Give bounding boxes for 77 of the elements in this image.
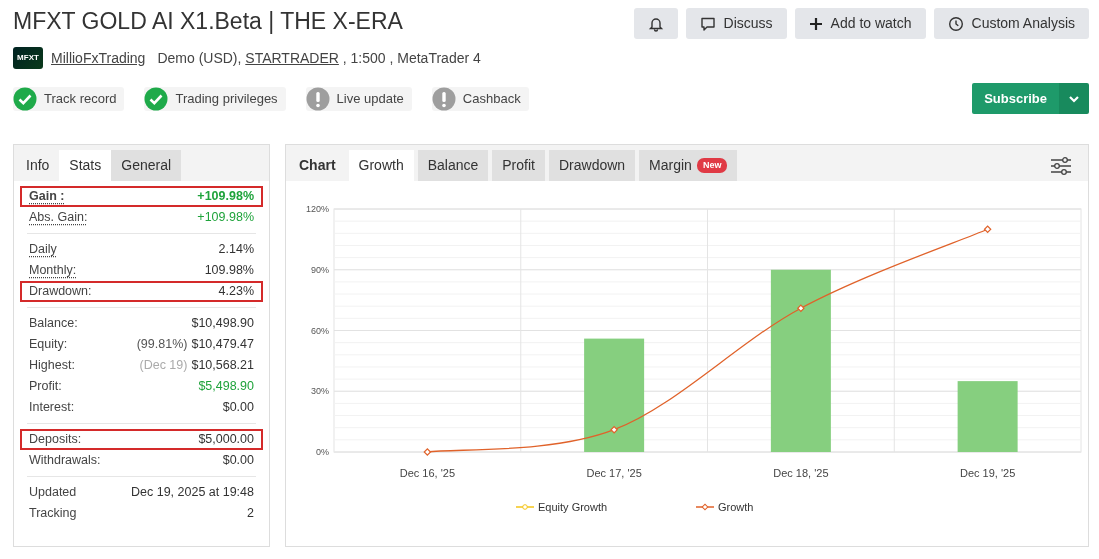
chart-tab[interactable]: Drawdown (548, 150, 636, 181)
legend-marker (515, 504, 535, 510)
badge-label: Trading privileges (175, 89, 278, 108)
notification-button[interactable] (633, 8, 678, 39)
stat-label: Profit: (29, 378, 62, 396)
data-point (983, 225, 992, 234)
stat-note: (99.81%) (136, 336, 188, 354)
stat-value: +109.98% (197, 209, 254, 227)
stat-value: 109.98% (204, 262, 254, 280)
owner-link[interactable]: MillioFxTrading (51, 47, 146, 69)
clock-icon (947, 15, 964, 32)
panel-tab[interactable]: Stats (59, 150, 112, 181)
chart-tab[interactable]: Profit (492, 150, 545, 181)
badge-label: Live update (336, 89, 404, 108)
stat-label: Abs. Gain: (29, 209, 88, 227)
stat-label: Drawdown: (29, 283, 92, 301)
bar (957, 381, 1018, 452)
panel-tab[interactable]: Info (16, 150, 60, 181)
stat-label: Withdrawals: (29, 452, 101, 470)
subscribe-button[interactable]: Subscribe (972, 83, 1059, 114)
plus-icon (808, 16, 823, 31)
y-axis-label: 0% (316, 447, 329, 457)
stat-value: $10,479.47 (191, 336, 254, 354)
stat-label: Monthly: (29, 262, 77, 280)
account-info: Demo (USD), STARTRADER , 1:500 , MetaTrader 4 (157, 48, 481, 68)
panel-tab[interactable]: General (111, 150, 182, 181)
stat-value: 2.14% (218, 241, 254, 259)
stat-label: Balance: (29, 315, 78, 333)
x-axis-label: Dec 19, '25 (959, 467, 1016, 479)
y-axis-label: 30% (311, 386, 329, 397)
stat-value: $5,000.00 (198, 431, 254, 449)
x-axis-label: Dec 16, '25 (399, 467, 456, 479)
stat-value: +109.98% (197, 188, 254, 206)
stat-note: (Dec 19) (139, 357, 188, 375)
stat-value: 2 (247, 505, 254, 523)
stat-label: Daily (29, 241, 57, 259)
stat-label: Interest: (29, 399, 75, 417)
subscribe-menu-button[interactable] (1059, 83, 1089, 114)
data-point (796, 304, 805, 313)
settings-icon[interactable] (1050, 155, 1072, 176)
stat-label: Equity: (29, 336, 68, 354)
y-axis-label: 60% (311, 325, 329, 336)
y-axis-label: 90% (311, 264, 329, 275)
x-axis-label: Dec 17, '25 (586, 467, 642, 479)
chart-tab[interactable]: Growth (348, 150, 414, 181)
broker-link[interactable]: STARTRADER (245, 49, 339, 66)
chat-icon (699, 15, 716, 32)
stat-value: 4.23% (218, 283, 254, 301)
stat-value: $10,498.90 (191, 315, 254, 333)
chart-tab[interactable]: Balance (417, 150, 489, 181)
header-button[interactable]: Add to watch (794, 8, 926, 39)
stat-label: Highest: (29, 357, 75, 375)
stat-label: Tracking (29, 505, 77, 523)
chart-tab[interactable]: Margin New (639, 150, 738, 181)
badge-label: Track record (44, 89, 117, 108)
new-badge: New (696, 157, 728, 174)
stat-value: Dec 19, 2025 at 19:48 (131, 484, 254, 502)
stat-value: $0.00 (222, 452, 254, 470)
chart-heading: Chart (298, 156, 337, 175)
account-logo: MFXT (13, 47, 43, 69)
y-axis-label: 120% (305, 204, 329, 214)
x-axis-label: Dec 18, '25 (773, 467, 829, 479)
header-button[interactable]: Custom Analysis (933, 8, 1089, 39)
stat-label: Updated (29, 484, 77, 502)
bell-icon (647, 15, 664, 32)
legend-label: Growth (718, 501, 754, 513)
data-point (610, 425, 619, 434)
page-title: MFXT GOLD AI X1.Beta | THE X-ERA (13, 8, 403, 36)
stat-label: Gain : (29, 188, 65, 206)
stat-label: Deposits: (29, 431, 82, 449)
stat-value: $0.00 (222, 399, 254, 417)
legend-marker (695, 503, 715, 511)
stat-value: $10,568.21 (191, 357, 254, 375)
stat-value: $5,498.90 (198, 378, 254, 396)
badge-label: Cashback (462, 89, 521, 108)
legend-label: Equity Growth (538, 501, 608, 513)
header-button[interactable]: Discuss (685, 8, 787, 39)
